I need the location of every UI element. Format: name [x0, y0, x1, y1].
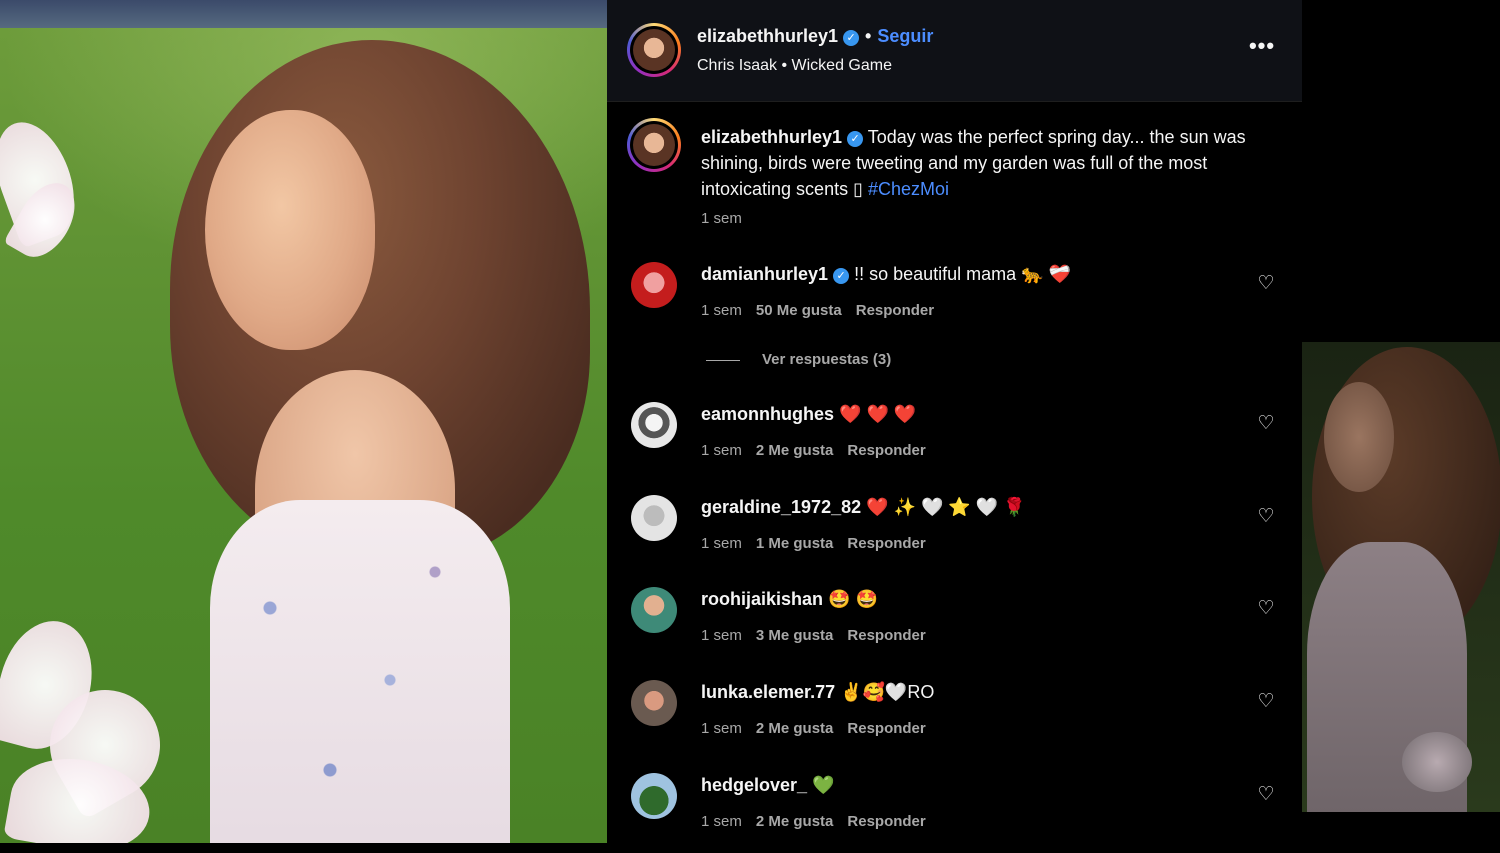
comment-likes[interactable]: 50 Me gusta: [756, 302, 842, 319]
author-username[interactable]: elizabethhurley1: [697, 26, 838, 46]
commenter-avatar[interactable]: [631, 262, 677, 308]
replies-line: [706, 359, 740, 361]
caption-meta: 1 sem: [701, 210, 756, 227]
follow-button[interactable]: Seguir: [877, 26, 933, 46]
comment-body: ❤️ ❤️ ❤️: [839, 404, 917, 424]
comment-item: hedgelover_ 💚 1 sem 2 Me gusta Responder ♡: [627, 773, 1292, 853]
overlay-backdrop: [1302, 0, 1500, 342]
reply-button[interactable]: Responder: [847, 442, 925, 459]
comment-meta: 1 sem 2 Me gusta Responder: [701, 442, 940, 459]
comment-body: !! so beautiful mama 🐆 ❤️‍🩹: [854, 264, 1071, 284]
reply-button[interactable]: Responder: [847, 535, 925, 552]
comment-username[interactable]: damianhurley1: [701, 264, 828, 284]
reply-button[interactable]: Responder: [847, 813, 925, 830]
comment-body: 💚: [812, 775, 835, 795]
comment-meta: 1 sem 3 Me gusta Responder: [701, 627, 940, 644]
avatar-ring-inner: [630, 121, 678, 169]
floral-dress: [210, 500, 510, 843]
separator-dot: •: [865, 26, 872, 46]
comment-text: eamonnhughes ❤️ ❤️ ❤️: [701, 404, 916, 425]
like-heart-icon[interactable]: ♡: [1256, 692, 1276, 712]
caption-emoji: ▯: [853, 179, 863, 199]
overlay-backdrop: [1302, 812, 1500, 843]
comment-item: roohijaikishan 🤩 🤩 1 sem 3 Me gusta Respon…: [627, 587, 1292, 667]
preview-blossom: [1402, 732, 1472, 792]
caption-author-avatar[interactable]: [627, 118, 681, 172]
hashtag-link[interactable]: #ChezMoi: [868, 179, 949, 199]
comment-meta: 1 sem 50 Me gusta Responder: [701, 302, 948, 319]
comment-likes[interactable]: 2 Me gusta: [756, 813, 834, 830]
commenter-avatar[interactable]: [631, 680, 677, 726]
comment-username[interactable]: roohijaikishan: [701, 589, 823, 609]
comment-time[interactable]: 1 sem: [701, 302, 742, 319]
comment-body: ✌️🥰🤍RO: [840, 682, 935, 702]
comments-panel: elizabethhurley1 ✓ • Seguir Chris Isaak • W…: [607, 0, 1302, 843]
comment-item: lunka.elemer.77 ✌️🥰🤍RO 1 sem 2 Me gusta Re…: [627, 680, 1292, 760]
comment-text: damianhurley1 ✓ !! so beautiful mama 🐆 ❤️…: [701, 264, 1071, 285]
reply-button[interactable]: Responder: [847, 720, 925, 737]
face: [205, 110, 375, 350]
like-heart-icon[interactable]: ♡: [1256, 785, 1276, 805]
view-replies-button[interactable]: Ver respuestas (3): [706, 351, 891, 368]
garden-path: [0, 0, 607, 28]
caption-username[interactable]: elizabethhurley1: [701, 127, 842, 147]
comment-username[interactable]: lunka.elemer.77: [701, 682, 835, 702]
header-author: elizabethhurley1 ✓ • Seguir: [697, 26, 933, 47]
song-link[interactable]: Chris Isaak • Wicked Game: [697, 57, 892, 75]
avatar-image: [633, 124, 675, 166]
like-heart-icon[interactable]: ♡: [1256, 414, 1276, 434]
comment-text: lunka.elemer.77 ✌️🥰🤍RO: [701, 682, 934, 703]
comment-username[interactable]: hedgelover_: [701, 775, 807, 795]
verified-badge-icon: ✓: [847, 131, 864, 147]
comment-time[interactable]: 1 sem: [701, 813, 742, 830]
post-header: elizabethhurley1 ✓ • Seguir Chris Isaak • W…: [607, 0, 1302, 102]
commenter-avatar[interactable]: [631, 773, 677, 819]
more-options-icon[interactable]: •••: [1247, 35, 1277, 64]
avatar-ring-inner: [630, 26, 678, 74]
commenter-avatar[interactable]: [631, 402, 677, 448]
comment-meta: 1 sem 1 Me gusta Responder: [701, 535, 940, 552]
reply-button[interactable]: Responder: [847, 627, 925, 644]
comment-time[interactable]: 1 sem: [701, 627, 742, 644]
next-post-preview[interactable]: [1302, 342, 1500, 812]
comment-text: hedgelover_ 💚: [701, 775, 834, 796]
comment-likes[interactable]: 2 Me gusta: [756, 442, 834, 459]
caption-time[interactable]: 1 sem: [701, 210, 742, 227]
preview-face: [1324, 382, 1394, 492]
comment-body: 🤩 🤩: [828, 589, 878, 609]
author-avatar[interactable]: [627, 23, 681, 77]
commenter-avatar[interactable]: [631, 587, 677, 633]
verified-badge-icon: ✓: [843, 30, 860, 46]
comment-likes[interactable]: 2 Me gusta: [756, 720, 834, 737]
comment-item: eamonnhughes ❤️ ❤️ ❤️ 1 sem 2 Me gusta Res…: [627, 402, 1292, 482]
comment-likes[interactable]: 3 Me gusta: [756, 627, 834, 644]
comment-meta: 1 sem 2 Me gusta Responder: [701, 813, 940, 830]
comment-item: damianhurley1 ✓ !! so beautiful mama 🐆 ❤️…: [627, 262, 1292, 342]
comment-body: ❤️ ✨ 🤍 ⭐ 🤍 🌹: [866, 497, 1026, 517]
avatar-image: [633, 29, 675, 71]
comment-text: roohijaikishan 🤩 🤩: [701, 589, 878, 610]
like-heart-icon[interactable]: ♡: [1256, 507, 1276, 527]
like-heart-icon[interactable]: ♡: [1256, 274, 1276, 294]
comment-text: geraldine_1972_82 ❤️ ✨ 🤍 ⭐ 🤍 🌹: [701, 497, 1026, 518]
verified-badge-icon: ✓: [833, 268, 850, 284]
comment-time[interactable]: 1 sem: [701, 442, 742, 459]
comment-username[interactable]: eamonnhughes: [701, 404, 834, 424]
comment-likes[interactable]: 1 Me gusta: [756, 535, 834, 552]
comment-username[interactable]: geraldine_1972_82: [701, 497, 861, 517]
post-photo: [0, 0, 607, 843]
comment-item: geraldine_1972_82 ❤️ ✨ 🤍 ⭐ 🤍 🌹 1 sem 1 Me…: [627, 495, 1292, 575]
comment-time[interactable]: 1 sem: [701, 720, 742, 737]
view-replies-label: Ver respuestas (3): [762, 351, 892, 368]
reply-button[interactable]: Responder: [856, 302, 934, 319]
comment-meta: 1 sem 2 Me gusta Responder: [701, 720, 940, 737]
comment-time[interactable]: 1 sem: [701, 535, 742, 552]
commenter-avatar[interactable]: [631, 495, 677, 541]
like-heart-icon[interactable]: ♡: [1256, 599, 1276, 619]
caption-text: elizabethhurley1 ✓ Today was the perfect …: [701, 124, 1261, 202]
